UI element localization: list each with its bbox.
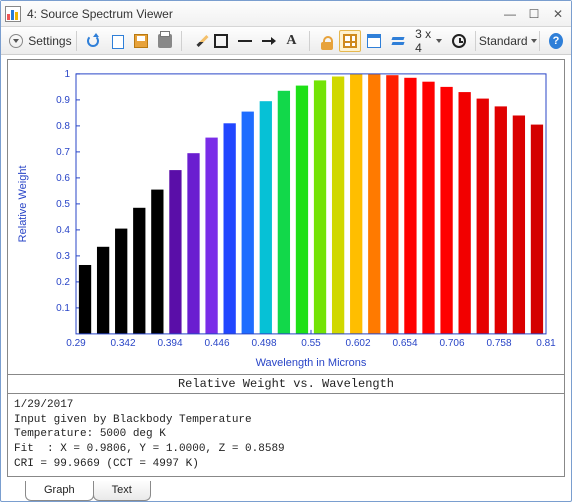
standard-label: Standard [479,34,528,48]
chevron-down-icon [9,34,23,48]
svg-text:0.394: 0.394 [157,338,182,349]
svg-text:0.498: 0.498 [251,338,276,349]
refresh-button[interactable] [82,30,104,52]
svg-text:0.9: 0.9 [56,95,70,106]
close-button[interactable]: ✕ [551,7,565,21]
chevron-down-icon [531,39,537,43]
save-button[interactable] [130,30,152,52]
grid-button[interactable] [339,30,361,52]
svg-text:0.29: 0.29 [66,338,86,349]
svg-text:0.1: 0.1 [56,303,70,314]
svg-text:0.55: 0.55 [301,338,321,349]
chart-svg: 0.1 0.2 0.3 0.4 0.5 0.6 0.7 0.8 0.9 1 0.29 0.342 0.3… [8,60,564,374]
chevron-down-icon [436,39,442,43]
svg-text:0.758: 0.758 [486,338,511,349]
svg-text:0.2: 0.2 [56,277,70,288]
svg-text:1: 1 [64,69,70,80]
layout-label: 3 x 4 [415,27,433,55]
info-line-4: CRI = 99.9669 (CCT = 4997 K) [14,458,199,470]
layers-button[interactable] [387,30,409,52]
help-button[interactable]: ? [545,30,567,52]
clock-icon [452,34,466,48]
svg-text:0.81: 0.81 [536,338,556,349]
layers-icon [391,34,405,48]
window-controls: — ☐ ✕ [503,7,565,21]
info-panel: 1/29/2017 Input given by Blackbody Tempe… [7,394,565,477]
grid-icon [343,34,357,48]
svg-text:0.5: 0.5 [56,199,70,210]
svg-text:0.446: 0.446 [204,338,229,349]
refresh-icon [86,34,100,48]
tab-text-label: Text [112,484,132,496]
maximize-button[interactable]: ☐ [527,7,541,21]
minimize-button[interactable]: — [503,7,517,21]
annotate-arrow-button[interactable] [258,30,280,52]
settings-button[interactable]: Settings [29,30,71,52]
window-title: 4: Source Spectrum Viewer [27,7,497,21]
content-area: 0.1 0.2 0.3 0.4 0.5 0.6 0.7 0.8 0.9 1 0.29 0.342 0.3… [1,55,571,501]
text-icon: A [286,34,300,48]
svg-text:0.706: 0.706 [439,338,464,349]
separator [76,31,77,51]
svg-text:0.654: 0.654 [392,338,417,349]
svg-text:0.6: 0.6 [56,173,70,184]
svg-text:0.8: 0.8 [56,121,70,132]
layout-dropdown[interactable]: 3 x 4 [411,30,446,52]
info-line-3: Fit : X = 0.9806, Y = 1.0000, Z = 0.8589 [14,443,285,455]
tabs-row: Graph Text [7,477,565,501]
svg-text:0.602: 0.602 [345,338,370,349]
info-date: 1/29/2017 [14,399,73,411]
clock-button[interactable] [448,30,470,52]
separator [309,31,310,51]
lock-button[interactable] [315,30,337,52]
standard-dropdown[interactable]: Standard [481,30,534,52]
tab-graph[interactable]: Graph [25,481,94,501]
separator [475,31,476,51]
annotate-rect-button[interactable] [210,30,232,52]
window-layout-button[interactable] [363,30,385,52]
tab-text[interactable]: Text [93,481,151,501]
line-icon [238,34,252,48]
expand-button[interactable] [5,30,27,52]
tab-graph-label: Graph [44,484,75,496]
help-icon: ? [549,33,563,49]
pencil-icon [196,34,208,46]
print-icon [158,34,172,48]
settings-label: Settings [28,34,71,48]
svg-text:0.3: 0.3 [56,251,70,262]
annotate-pencil-button[interactable] [186,30,208,52]
chart-caption: Relative Weight vs. Wavelength [7,375,565,394]
chart-panel: 0.1 0.2 0.3 0.4 0.5 0.6 0.7 0.8 0.9 1 0.29 0.342 0.3… [7,59,565,375]
separator [181,31,182,51]
svg-text:Relative Weight: Relative Weight [17,165,29,242]
annotate-text-button[interactable]: A [282,30,304,52]
svg-text:0.7: 0.7 [56,147,70,158]
window-icon [367,34,381,48]
titlebar: 4: Source Spectrum Viewer — ☐ ✕ [1,1,571,27]
info-line-2: Temperature: 5000 deg K [14,428,166,440]
rectangle-icon [214,34,228,48]
lock-icon [321,42,333,50]
copy-button[interactable] [106,30,128,52]
app-icon [5,6,21,22]
info-line-1: Input given by Blackbody Temperature [14,414,252,426]
print-button[interactable] [154,30,176,52]
separator [539,31,540,51]
svg-text:0.4: 0.4 [56,225,70,236]
svg-text:0.342: 0.342 [110,338,135,349]
save-icon [134,34,148,48]
annotate-line-button[interactable] [234,30,256,52]
arrow-icon [262,34,276,48]
copy-icon [114,37,124,49]
svg-text:Wavelength in Microns: Wavelength in Microns [256,357,367,369]
toolbar: Settings A 3 x 4 Standard ? [1,27,571,55]
